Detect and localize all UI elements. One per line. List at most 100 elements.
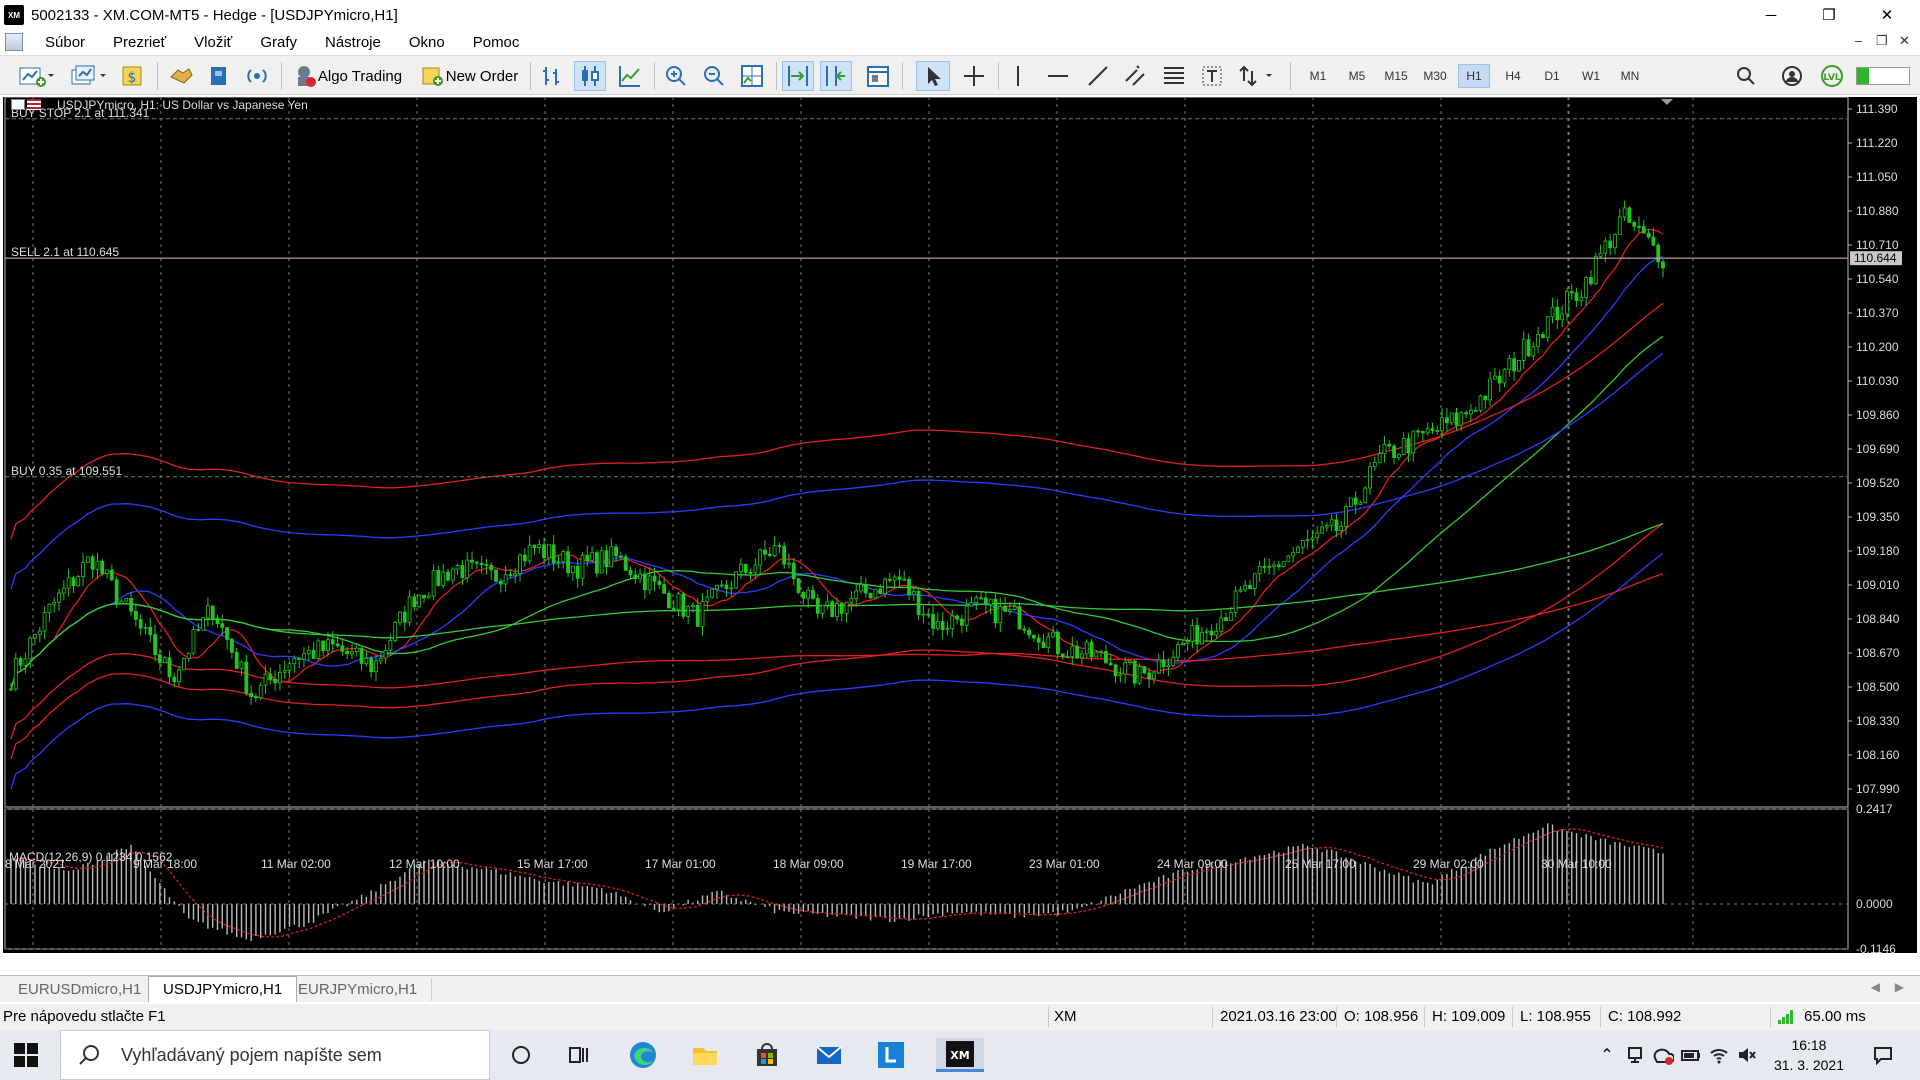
cortana-icon[interactable] xyxy=(504,1038,538,1072)
timeframe-h4[interactable]: H4 xyxy=(1497,64,1529,88)
line-chart-button[interactable] xyxy=(614,61,646,91)
timeframe-m1[interactable]: M1 xyxy=(1302,64,1334,88)
one-click-trading-button[interactable] xyxy=(166,61,196,91)
chart-window[interactable]: BUY STOP 2.1 at 111.341 SELL 2.1 at 110.6… xyxy=(3,97,1917,953)
handshake-icon xyxy=(170,68,193,84)
timeframe-w1[interactable]: W1 xyxy=(1575,64,1607,88)
macd-axis-label: 0.0000 xyxy=(1856,897,1893,911)
xm-mt5-taskbar-icon[interactable]: XM xyxy=(936,1038,984,1072)
tab-scroll-right-icon[interactable]: ▶ xyxy=(1895,980,1904,994)
arrows-button[interactable] xyxy=(1234,61,1280,91)
candle-body xyxy=(1377,453,1382,463)
mail-icon[interactable] xyxy=(812,1038,846,1072)
volume-muted-icon[interactable] xyxy=(1730,1038,1764,1072)
text-label-button[interactable] xyxy=(1196,61,1228,91)
edge-browser-icon[interactable] xyxy=(626,1038,660,1072)
windows-start-icon[interactable] xyxy=(14,1043,38,1067)
candle-body xyxy=(1617,216,1622,235)
equidistant-channel-button[interactable] xyxy=(1120,61,1152,91)
chart-shift-button[interactable] xyxy=(820,61,852,91)
zoom-out-button[interactable] xyxy=(698,61,730,91)
signals-button[interactable] xyxy=(204,61,234,91)
candle-body xyxy=(1204,630,1209,633)
candle-body xyxy=(1243,585,1248,591)
candle-body xyxy=(1123,662,1128,675)
chart-shift-marker-icon xyxy=(1661,99,1673,105)
minimize-button[interactable]: ─ xyxy=(1748,0,1794,30)
candle-body xyxy=(330,639,335,645)
candle-body xyxy=(811,589,815,599)
templates-button[interactable] xyxy=(862,61,894,91)
store-icon[interactable] xyxy=(750,1038,784,1072)
bar-chart-button[interactable] xyxy=(536,61,568,91)
candle-body xyxy=(1637,225,1641,228)
maximize-button[interactable]: ❐ xyxy=(1806,0,1852,30)
candle-body xyxy=(1056,631,1060,655)
account-button[interactable] xyxy=(1776,61,1808,91)
tab-scroll-left-icon[interactable]: ◀ xyxy=(1871,980,1880,994)
bar-chart-icon xyxy=(543,67,559,85)
candle-body xyxy=(897,576,902,580)
candle-body xyxy=(1185,641,1190,644)
chart-window-icon[interactable] xyxy=(5,33,23,51)
candle-body xyxy=(551,544,556,564)
mdi-minimize-button[interactable]: – xyxy=(1855,33,1862,48)
crosshair-button[interactable] xyxy=(958,61,990,91)
new-chart-button[interactable] xyxy=(14,61,58,91)
svg-text:XM: XM xyxy=(950,1049,969,1062)
task-view-icon[interactable] xyxy=(562,1038,596,1072)
tile-windows-button[interactable] xyxy=(736,61,768,91)
timeframe-m5[interactable]: M5 xyxy=(1341,64,1373,88)
timeframe-h1[interactable]: H1 xyxy=(1458,64,1490,88)
timeframe-d1[interactable]: D1 xyxy=(1536,64,1568,88)
file-explorer-icon[interactable] xyxy=(688,1038,722,1072)
menu-window[interactable]: Okno xyxy=(395,34,459,51)
candle-body xyxy=(604,550,609,568)
menu-file[interactable]: Súbor xyxy=(31,34,99,51)
market-watch-button[interactable]: $ xyxy=(118,61,148,91)
taskbar-clock[interactable]: 16:18 31. 3. 2021 xyxy=(1774,1035,1844,1075)
algo-trading-button[interactable]: Algo Trading xyxy=(288,61,406,91)
candle-body xyxy=(1315,532,1320,539)
autoscroll-button[interactable] xyxy=(782,61,814,91)
trend-line-button[interactable] xyxy=(1082,61,1114,91)
taskbar-search-box[interactable]: Vyhľadávaný pojem napíšte sem xyxy=(60,1030,490,1080)
close-button[interactable]: ✕ xyxy=(1864,0,1910,30)
candle-body xyxy=(1444,417,1449,424)
radio-button[interactable] xyxy=(242,61,272,91)
timeframe-m15[interactable]: M15 xyxy=(1380,64,1412,88)
menu-insert[interactable]: Vložiť xyxy=(180,34,246,51)
tab-usdjpy[interactable]: USDJPYmicro,H1 xyxy=(148,976,298,1002)
zoom-in-button[interactable] xyxy=(660,61,692,91)
lync-app-icon[interactable] xyxy=(874,1038,908,1072)
candle-body xyxy=(138,619,143,629)
candlestick-chart-button[interactable] xyxy=(574,61,606,91)
horizontal-line-button[interactable] xyxy=(1042,61,1074,91)
candlestick-icon xyxy=(582,66,599,86)
menu-charts[interactable]: Grafy xyxy=(246,34,311,51)
profiles-button[interactable] xyxy=(66,61,110,91)
timeframe-mn[interactable]: MN xyxy=(1614,64,1646,88)
macd-label: MACD(12,26,9) 0.1234 0.1562 xyxy=(9,850,173,864)
menu-tools[interactable]: Nástroje xyxy=(311,34,395,51)
search-button[interactable] xyxy=(1730,61,1762,91)
chart-symbol-label: USDJPYmicro, H1: US Dollar vs Japanese Y… xyxy=(57,98,308,112)
tab-eurusd[interactable]: EURUSDmicro,H1 xyxy=(4,978,157,1001)
candle-body xyxy=(1497,375,1502,384)
mdi-restore-button[interactable]: ❐ xyxy=(1876,33,1888,49)
tab-eurjpy[interactable]: EURJPYmicro,H1 xyxy=(284,978,433,1001)
vertical-line-button[interactable] xyxy=(1002,61,1034,91)
price-chart[interactable]: BUY STOP 2.1 at 111.341SELL 2.1 at 110.6… xyxy=(3,97,1917,953)
timeframe-m30[interactable]: M30 xyxy=(1419,64,1451,88)
cursor-button[interactable] xyxy=(916,61,950,91)
candle-body xyxy=(1387,443,1392,447)
vps-button[interactable]: LVL xyxy=(1816,61,1848,91)
fibonacci-button[interactable] xyxy=(1158,61,1190,91)
menu-view[interactable]: Prezrieť xyxy=(99,34,180,51)
notifications-icon[interactable] xyxy=(1866,1038,1900,1072)
new-order-button[interactable]: New Order xyxy=(416,61,522,91)
menu-help[interactable]: Pomoc xyxy=(459,34,534,51)
candle-body xyxy=(1656,244,1661,263)
candle-body xyxy=(772,545,777,557)
mdi-close-button[interactable]: ✕ xyxy=(1899,33,1910,49)
